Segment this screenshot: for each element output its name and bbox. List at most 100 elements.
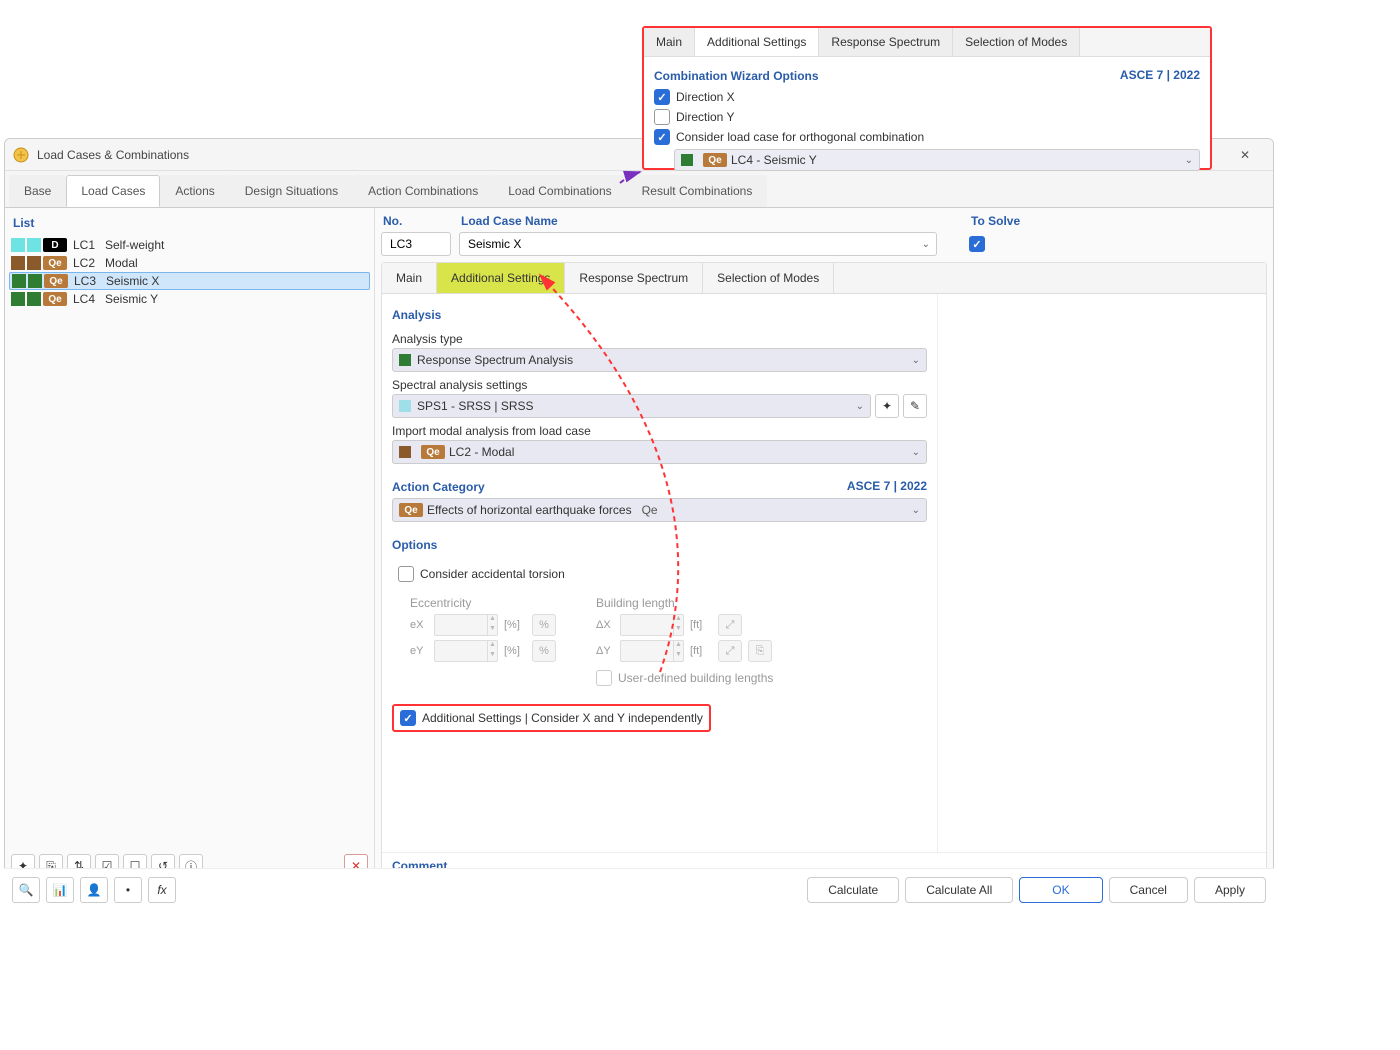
swatch-icon xyxy=(12,274,26,288)
callout-checkbox-dx[interactable]: ✓ xyxy=(654,89,670,105)
tab-result-combinations[interactable]: Result Combinations xyxy=(627,175,768,207)
swatch-icon xyxy=(11,256,25,270)
dy-unit: [ft] xyxy=(690,645,712,657)
callout-ortho-value: LC4 - Seismic Y xyxy=(731,153,817,167)
solve-checkbox[interactable]: ✓ xyxy=(969,236,985,252)
callout-tabs: Main Additional Settings Response Spectr… xyxy=(644,28,1210,57)
bl-label: Building length xyxy=(596,596,773,614)
inner-tab-spectrum[interactable]: Response Spectrum xyxy=(565,263,703,293)
analysis-type-select[interactable]: Response Spectrum Analysis ⌄ xyxy=(392,348,927,372)
list-row[interactable]: D LC1 Self-weight xyxy=(9,236,370,254)
cancel-button[interactable]: Cancel xyxy=(1109,877,1188,903)
callout-tab-main[interactable]: Main xyxy=(644,28,695,56)
list-header: List xyxy=(9,212,370,236)
footer-icon-1[interactable]: 🔍 xyxy=(12,877,40,903)
new-spectral-button[interactable]: ✦ xyxy=(875,394,899,418)
close-button[interactable]: ✕ xyxy=(1225,141,1265,169)
additional-settings-highlight: ✓ Additional Settings | Consider X and Y… xyxy=(392,704,711,732)
list-name: Modal xyxy=(105,256,138,270)
content-panel: No. Load Case Name ⌄ To Solve ✓ xyxy=(375,208,1273,908)
chevron-down-icon: ⌄ xyxy=(1185,155,1193,166)
list-badge: D xyxy=(43,238,67,252)
chevron-down-icon: ⌄ xyxy=(856,401,864,412)
list-row[interactable]: Qe LC3 Seismic X xyxy=(9,272,370,290)
name-label: Load Case Name xyxy=(459,212,937,232)
tab-action-combinations[interactable]: Action Combinations xyxy=(353,175,493,207)
list-row[interactable]: Qe LC2 Modal xyxy=(9,254,370,272)
list-row[interactable]: Qe LC4 Seismic Y xyxy=(9,290,370,308)
list-id: LC1 xyxy=(73,238,105,252)
tab-design-situations[interactable]: Design Situations xyxy=(230,175,353,207)
callout-checkbox-dy[interactable] xyxy=(654,109,670,125)
chevron-down-icon: ⌄ xyxy=(922,239,930,250)
list-panel: List D LC1 Self-weight Qe LC2 Modal Qe L… xyxy=(5,208,375,908)
inner-tab-additional[interactable]: Additional Settings xyxy=(437,263,565,293)
callout-label-dy: Direction Y xyxy=(676,110,734,124)
calculate-all-button[interactable]: Calculate All xyxy=(905,877,1013,903)
category-standard: ASCE 7 | 2022 xyxy=(847,479,927,493)
footer-icon-4[interactable]: • xyxy=(114,877,142,903)
ecc-label: Eccentricity xyxy=(410,596,556,614)
callout-ortho-select[interactable]: Qe LC4 - Seismic Y ⌄ xyxy=(674,149,1200,171)
dy-pick-button: ⤢ xyxy=(718,640,742,662)
userlen-checkbox xyxy=(596,670,612,686)
swatch-icon xyxy=(399,354,411,366)
tab-base[interactable]: Base xyxy=(9,175,66,207)
list-items: D LC1 Self-weight Qe LC2 Modal Qe LC3 Se… xyxy=(9,236,370,850)
ex-input: ▲▼ xyxy=(434,614,498,636)
torsion-checkbox[interactable] xyxy=(398,566,414,582)
analysis-type-value: Response Spectrum Analysis xyxy=(417,353,573,367)
tab-load-cases[interactable]: Load Cases xyxy=(66,175,160,207)
callout-tab-modes[interactable]: Selection of Modes xyxy=(953,28,1080,56)
name-input[interactable]: ⌄ xyxy=(459,232,937,256)
import-label: Import modal analysis from load case xyxy=(392,418,927,440)
category-section: Action Category xyxy=(392,474,847,498)
list-badge: Qe xyxy=(44,274,68,288)
swatch-icon xyxy=(11,292,25,306)
callout-tab-additional[interactable]: Additional Settings xyxy=(695,28,819,56)
dy-label: ΔY xyxy=(596,645,614,657)
no-input[interactable] xyxy=(381,232,451,256)
callout-panel: Main Additional Settings Response Spectr… xyxy=(642,26,1212,170)
inner-panel: Main Additional Settings Response Spectr… xyxy=(381,262,1267,908)
tab-actions[interactable]: Actions xyxy=(160,175,229,207)
list-badge: Qe xyxy=(43,292,67,306)
dx-input: ▲▼ xyxy=(620,614,684,636)
tab-load-combinations[interactable]: Load Combinations xyxy=(493,175,626,207)
import-select[interactable]: Qe LC2 - Modal ⌄ xyxy=(392,440,927,464)
swatch-icon xyxy=(28,274,42,288)
app-icon xyxy=(13,147,29,163)
inner-tab-modes[interactable]: Selection of Modes xyxy=(703,263,834,293)
ey-input: ▲▼ xyxy=(434,640,498,662)
footer-icon-3[interactable]: 👤 xyxy=(80,877,108,903)
chevron-down-icon: ⌄ xyxy=(912,447,920,458)
dx-pick-button: ⤢ xyxy=(718,614,742,636)
callout-tab-spectrum[interactable]: Response Spectrum xyxy=(819,28,953,56)
additional-checkbox[interactable]: ✓ xyxy=(400,710,416,726)
dx-label: ΔX xyxy=(596,619,614,631)
swatch-icon xyxy=(399,446,411,458)
solve-label: To Solve xyxy=(969,212,1020,232)
edit-spectral-button[interactable]: ✎ xyxy=(903,394,927,418)
footer-icon-5[interactable]: fx xyxy=(148,877,176,903)
list-name: Self-weight xyxy=(105,238,164,252)
inner-tab-main[interactable]: Main xyxy=(382,263,437,293)
apply-button[interactable]: Apply xyxy=(1194,877,1266,903)
callout-checkbox-ortho[interactable]: ✓ xyxy=(654,129,670,145)
torsion-label: Consider accidental torsion xyxy=(420,567,565,581)
ey-pct-button: % xyxy=(532,640,556,662)
category-select[interactable]: Qe Effects of horizontal earthquake forc… xyxy=(392,498,927,522)
spectral-select[interactable]: SPS1 - SRSS | SRSS ⌄ xyxy=(392,394,871,418)
callout-label-dx: Direction X xyxy=(676,90,735,104)
import-badge: Qe xyxy=(421,445,445,459)
preview-panel xyxy=(937,294,1266,852)
footer-icon-2[interactable]: 📊 xyxy=(46,877,74,903)
dy-input: ▲▼ xyxy=(620,640,684,662)
swatch-icon xyxy=(681,154,693,166)
ok-button[interactable]: OK xyxy=(1019,877,1102,903)
list-name: Seismic X xyxy=(106,274,159,288)
calculate-button[interactable]: Calculate xyxy=(807,877,899,903)
list-id: LC4 xyxy=(73,292,105,306)
category-value: Effects of horizontal earthquake forces xyxy=(427,503,632,517)
options-section: Options xyxy=(392,532,927,556)
